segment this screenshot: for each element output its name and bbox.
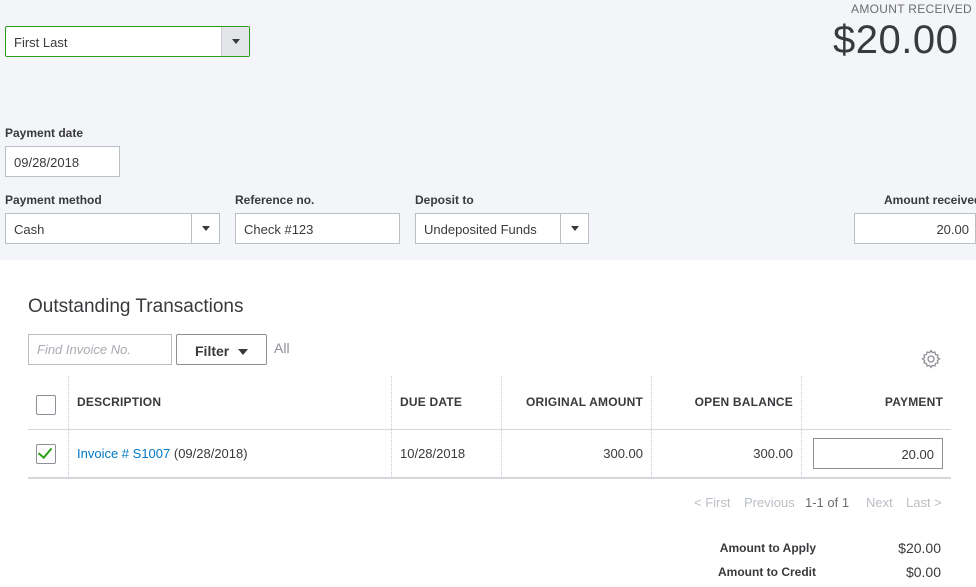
filter-button[interactable]: Filter (176, 334, 267, 365)
reference-no-input[interactable]: Check #123 (235, 213, 400, 244)
column-divider (68, 430, 69, 477)
amount-to-credit-label: Amount to Credit (718, 565, 816, 579)
pager-last: Last > (906, 495, 942, 510)
row-open-balance: 300.00 (753, 446, 793, 461)
column-divider (651, 376, 652, 429)
column-divider (651, 430, 652, 477)
column-divider (391, 430, 392, 477)
amount-received-input[interactable]: 20.00 (854, 213, 976, 244)
invoice-date: (09/28/2018) (173, 446, 248, 461)
reference-no-label: Reference no. (235, 193, 315, 207)
row-checkbox[interactable] (36, 443, 56, 464)
chevron-down-icon (232, 39, 240, 44)
customer-dropdown-button[interactable] (221, 27, 249, 56)
customer-select[interactable]: First Last (5, 26, 250, 57)
filter-state-label: All (274, 340, 290, 356)
payment-date-label: Payment date (5, 126, 84, 140)
payment-method-value: Cash (14, 222, 45, 237)
payment-header-panel: First Last AMOUNT RECEIVED $20.00 Paymen… (0, 0, 976, 260)
pager-previous: Previous (744, 495, 795, 510)
column-divider (801, 430, 802, 477)
chevron-down-icon (202, 226, 210, 231)
column-header-open-balance[interactable]: OPEN BALANCE (695, 395, 793, 409)
row-due-date: 10/28/2018 (400, 446, 466, 461)
payment-method-label: Payment method (5, 193, 102, 207)
pager-next: Next (866, 495, 893, 510)
column-divider (391, 376, 392, 429)
payment-method-dropdown-button[interactable] (191, 214, 219, 243)
deposit-to-dropdown-button[interactable] (560, 214, 588, 243)
deposit-to-value: Undeposited Funds (424, 222, 537, 237)
amount-to-apply-label: Amount to Apply (719, 541, 816, 555)
select-all-checkbox[interactable] (36, 395, 56, 415)
table-row: Invoice # S1007 (09/28/2018) 10/28/2018 … (28, 430, 951, 479)
deposit-to-select[interactable]: Undeposited Funds (415, 213, 589, 244)
deposit-to-label: Deposit to (415, 193, 474, 207)
row-original-amount: 300.00 (603, 446, 643, 461)
customer-select-value: First Last (14, 35, 68, 50)
amount-received-heading: AMOUNT RECEIVED (851, 2, 972, 16)
caret-down-icon (238, 349, 248, 355)
outstanding-transactions-title: Outstanding Transactions (28, 296, 244, 317)
row-payment-input[interactable]: 20.00 (813, 438, 943, 469)
chevron-down-icon (571, 226, 579, 231)
amount-to-credit-value: $0.00 (905, 564, 941, 580)
pager-first: < First (694, 495, 731, 510)
column-header-description[interactable]: DESCRIPTION (77, 395, 161, 409)
column-header-original-amount[interactable]: ORIGINAL AMOUNT (526, 395, 643, 409)
column-divider (501, 376, 502, 429)
find-invoice-input[interactable] (29, 335, 171, 364)
amount-received-total: $20.00 (833, 18, 959, 62)
find-invoice-field[interactable] (28, 334, 172, 365)
column-divider (501, 430, 502, 477)
column-header-payment[interactable]: PAYMENT (885, 395, 943, 409)
column-header-due-date[interactable]: DUE DATE (400, 395, 462, 409)
table-header-row: DESCRIPTION DUE DATE ORIGINAL AMOUNT OPE… (28, 376, 951, 430)
invoice-link[interactable]: Invoice # S1007 (77, 446, 170, 461)
payment-method-select[interactable]: Cash (5, 213, 220, 244)
amount-to-apply-value: $20.00 (898, 540, 941, 556)
payment-date-input[interactable]: 09/28/2018 (5, 146, 120, 177)
checkmark-icon (37, 443, 53, 460)
filter-button-label: Filter (195, 343, 230, 359)
column-divider (68, 376, 69, 429)
pager-range: 1-1 of 1 (805, 495, 850, 510)
row-description: Invoice # S1007 (09/28/2018) (77, 446, 248, 461)
column-divider (801, 376, 802, 429)
gear-icon[interactable] (921, 349, 941, 369)
amount-received-field-label: Amount received (884, 193, 976, 207)
